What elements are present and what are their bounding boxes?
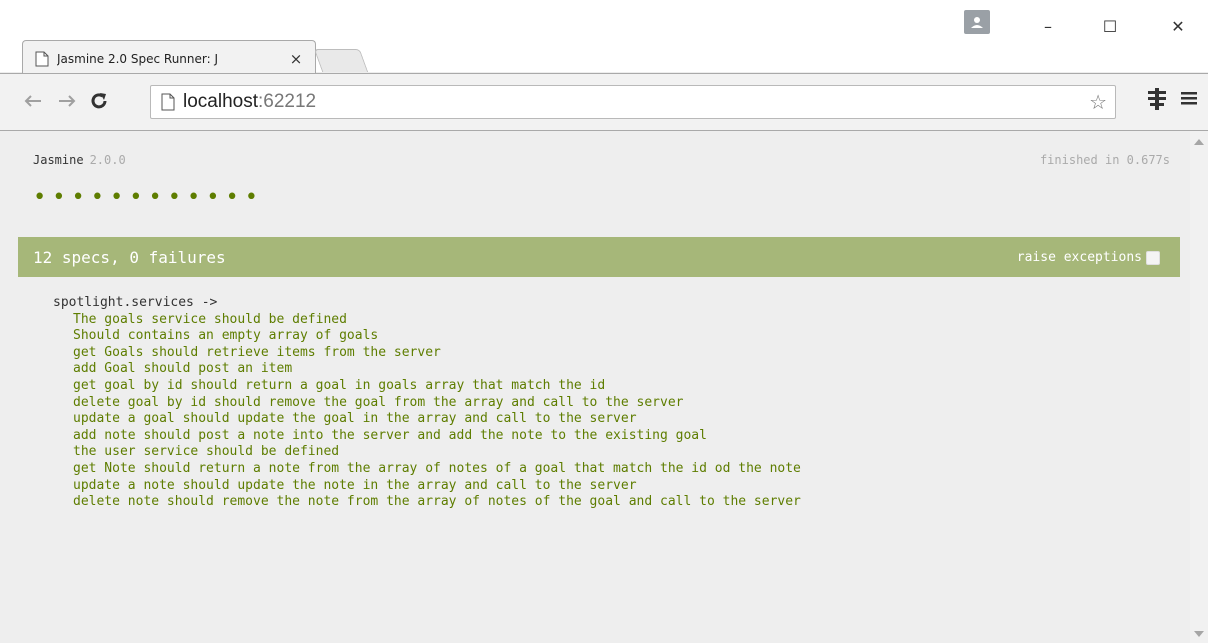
spec-passed-dot: • bbox=[129, 185, 149, 210]
spec-result-dots: •••••••••••• bbox=[33, 187, 264, 209]
spec-item[interactable]: get Note should return a note from the a… bbox=[53, 461, 801, 478]
bookmark-star-icon[interactable]: ☆ bbox=[1089, 90, 1107, 114]
spec-passed-dot: • bbox=[225, 185, 245, 210]
scroll-down-arrow-icon[interactable] bbox=[1194, 631, 1204, 637]
maximize-button[interactable]: ☐ bbox=[1090, 14, 1130, 38]
results-summary: 12 specs, 0 failures bbox=[33, 248, 226, 267]
scroll-up-arrow-icon[interactable] bbox=[1194, 139, 1204, 145]
spec-passed-dot: • bbox=[167, 185, 187, 210]
spec-item[interactable]: add note should post a note into the ser… bbox=[53, 428, 801, 445]
spec-item[interactable]: get goal by id should return a goal in g… bbox=[53, 378, 801, 395]
run-duration: finished in 0.677s bbox=[1039, 153, 1170, 167]
browser-toolbar: localhost:62212 ☆ bbox=[0, 73, 1208, 131]
suite-name[interactable]: spotlight.services -> bbox=[53, 295, 801, 312]
page-icon bbox=[35, 51, 49, 67]
tab-title: Jasmine 2.0 Spec Runner: J bbox=[57, 52, 219, 66]
window-close-button[interactable]: ✕ bbox=[1158, 14, 1198, 38]
spec-item[interactable]: add Goal should post an item bbox=[53, 361, 801, 378]
spec-passed-dot: • bbox=[206, 185, 226, 210]
spec-passed-dot: • bbox=[110, 185, 130, 210]
tab-close-button[interactable]: × bbox=[287, 50, 305, 68]
spec-item[interactable]: the user service should be defined bbox=[53, 444, 801, 461]
minimize-button[interactable]: – bbox=[1028, 14, 1068, 38]
spec-item[interactable]: delete goal by id should remove the goal… bbox=[53, 395, 801, 412]
url-port: :62212 bbox=[258, 91, 317, 112]
spec-list: spotlight.services -> The goals service … bbox=[53, 295, 801, 511]
page-icon bbox=[161, 93, 175, 111]
spec-passed-dot: • bbox=[33, 185, 53, 210]
forward-arrow-icon[interactable] bbox=[54, 88, 80, 114]
raise-exceptions-label: raise exceptions bbox=[1016, 250, 1142, 265]
extension-icon[interactable] bbox=[1146, 88, 1168, 116]
spec-item[interactable]: Should contains an empty array of goals bbox=[53, 328, 801, 345]
jasmine-title: Jasmine bbox=[33, 153, 84, 167]
address-bar[interactable]: localhost:62212 ☆ bbox=[150, 85, 1116, 119]
reload-icon[interactable] bbox=[86, 88, 112, 114]
spec-passed-dot: • bbox=[244, 185, 264, 210]
vertical-scrollbar[interactable] bbox=[1190, 131, 1208, 643]
spec-item[interactable]: update a note should update the note in … bbox=[53, 478, 801, 495]
spec-item[interactable]: delete note should remove the note from … bbox=[53, 494, 801, 511]
spec-passed-dot: • bbox=[52, 185, 72, 210]
menu-icon[interactable] bbox=[1180, 88, 1198, 113]
spec-item[interactable]: get Goals should retrieve items from the… bbox=[53, 345, 801, 362]
jasmine-version: 2.0.0 bbox=[89, 153, 126, 167]
spec-passed-dot: • bbox=[187, 185, 207, 210]
title-bar: Jasmine 2.0 Spec Runner: J × – ☐ ✕ bbox=[0, 0, 1208, 75]
spec-passed-dot: • bbox=[90, 185, 110, 210]
spec-passed-dot: • bbox=[71, 185, 91, 210]
url-host: localhost bbox=[183, 91, 258, 112]
new-tab-button[interactable] bbox=[313, 49, 369, 72]
browser-tab[interactable]: Jasmine 2.0 Spec Runner: J × bbox=[22, 40, 316, 75]
spec-item[interactable]: The goals service should be defined bbox=[53, 312, 801, 329]
results-summary-bar: 12 specs, 0 failures raise exceptions bbox=[18, 237, 1180, 277]
spec-item[interactable]: update a goal should update the goal in … bbox=[53, 411, 801, 428]
page-content: Jasmine 2.0.0 finished in 0.677s ••••••••… bbox=[0, 131, 1190, 643]
raise-exceptions-checkbox[interactable] bbox=[1146, 250, 1160, 265]
spec-passed-dot: • bbox=[148, 185, 168, 210]
back-arrow-icon[interactable] bbox=[20, 88, 46, 114]
user-profile-icon[interactable] bbox=[964, 10, 990, 34]
raise-exceptions-toggle[interactable]: raise exceptions bbox=[1017, 250, 1160, 265]
jasmine-banner: Jasmine 2.0.0 bbox=[33, 153, 126, 167]
